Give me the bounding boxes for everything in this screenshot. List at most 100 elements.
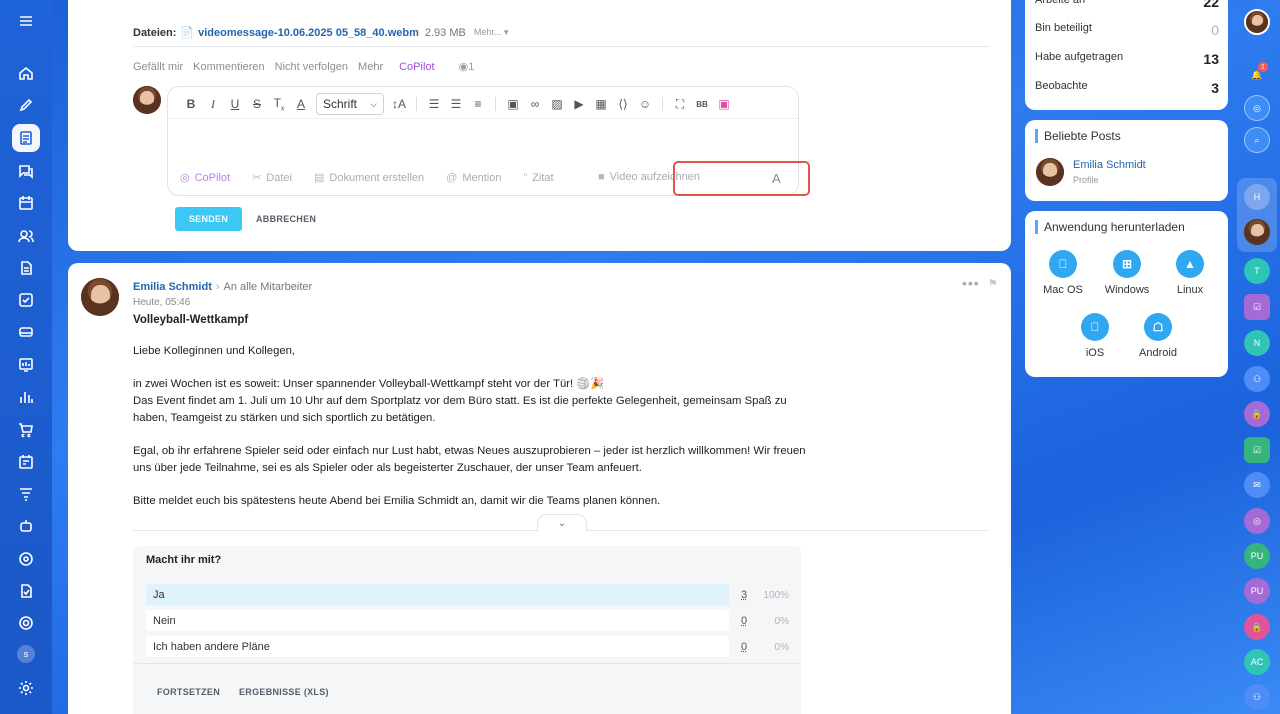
stat-row[interactable]: Bin beteiligt 0	[1035, 22, 1219, 38]
emoji-icon[interactable]: ☺	[634, 97, 656, 111]
numbered-list-icon[interactable]: ☰	[423, 97, 445, 111]
download-macos[interactable]: Mac OS	[1033, 250, 1093, 296]
ai-image-icon[interactable]: ▣	[713, 97, 735, 111]
planner-icon[interactable]	[12, 448, 40, 476]
bbcode-icon[interactable]: BB	[691, 100, 713, 109]
link-icon[interactable]: ∞	[524, 97, 546, 111]
chat-avatar[interactable]: T	[1244, 258, 1270, 284]
results-xls-button[interactable]: ERGEBNISSE (XLS)	[239, 687, 329, 697]
quote-block-icon[interactable]: ▣	[502, 97, 524, 111]
author-link[interactable]: Emilia Schmidt	[133, 281, 212, 293]
post-time[interactable]: Heute, 05:46	[133, 297, 190, 308]
poll-option[interactable]: Ich haben andere Pläne	[146, 636, 729, 657]
chat-avatar[interactable]: PU	[1244, 578, 1270, 604]
message-icon[interactable]: ✉	[1244, 472, 1270, 498]
more-icon[interactable]: •••	[962, 275, 980, 291]
analytics-icon[interactable]	[12, 351, 40, 379]
post-audience[interactable]: An alle Mitarbeiter	[224, 281, 313, 293]
reports-icon[interactable]	[12, 383, 40, 411]
file-link[interactable]: videomessage-10.06.2025 05_58_40.webm	[198, 27, 419, 39]
group-icon[interactable]: ⚇	[1244, 366, 1270, 392]
robot-icon[interactable]	[12, 512, 40, 540]
chat-avatar[interactable]: H	[1244, 184, 1270, 210]
notes-icon[interactable]	[12, 577, 40, 605]
copilot-button[interactable]: ◎ CoPilot	[180, 171, 230, 185]
strikethrough-icon[interactable]: S	[246, 97, 268, 111]
comment-editor[interactable]: B I U S Tx A Schrift ⌵ ↕A ☰ ☰ ≡ ▣ ∞ ▨ ▶ ▦…	[167, 86, 810, 196]
code-icon[interactable]: ⟨⟩	[612, 97, 634, 111]
like-button[interactable]: Gefällt mir	[133, 61, 183, 73]
file-more-button[interactable]: Mehr... ▾	[474, 27, 509, 38]
tasks-icon[interactable]	[12, 124, 40, 152]
user-avatar[interactable]	[1244, 9, 1270, 35]
lock-icon[interactable]: 🔒	[1244, 401, 1270, 427]
chat-avatar[interactable]	[1244, 219, 1270, 245]
checkbox-icon[interactable]: ☑	[1244, 437, 1270, 463]
menu-icon[interactable]	[12, 7, 40, 35]
chat-avatar[interactable]: N	[1244, 330, 1270, 356]
stat-row[interactable]: Habe aufgetragen 13	[1035, 51, 1219, 67]
video-icon[interactable]: ▶	[568, 97, 590, 111]
mention-button[interactable]: @ Mention	[446, 172, 501, 184]
lifebuoy-icon[interactable]	[12, 609, 40, 637]
cart-icon[interactable]	[12, 416, 40, 444]
bullet-list-icon[interactable]: ☰	[445, 97, 467, 111]
fullscreen-icon[interactable]: ⛶	[669, 97, 691, 112]
text-color-icon[interactable]: A	[290, 97, 312, 111]
create-document-button[interactable]: ▤ Dokument erstellen	[314, 171, 424, 185]
download-windows[interactable]: ⊞ Windows	[1097, 250, 1157, 296]
lock-icon[interactable]: 🔒	[1244, 614, 1270, 640]
bold-icon[interactable]: B	[180, 97, 202, 111]
attach-file-button[interactable]: ✂ Datei	[252, 171, 292, 185]
author-avatar[interactable]	[81, 278, 119, 316]
copilot-button[interactable]: CoPilot	[399, 61, 434, 73]
download-android[interactable]: ☖ Android	[1128, 313, 1188, 359]
group-icon[interactable]: ⚇	[1244, 684, 1270, 710]
poll-option[interactable]: Ja	[146, 584, 729, 605]
feed-icon[interactable]	[12, 91, 40, 119]
table-icon[interactable]: ▦	[590, 97, 612, 111]
home-icon[interactable]	[12, 59, 40, 87]
download-ios[interactable]: iOS	[1065, 313, 1125, 359]
underline-icon[interactable]: U	[224, 97, 246, 111]
align-icon[interactable]: ≡	[467, 97, 489, 111]
download-linux[interactable]: ▲ Linux	[1160, 250, 1220, 296]
stat-row[interactable]: Beobachte 3	[1035, 80, 1219, 96]
pin-icon[interactable]: ⚑	[988, 277, 998, 290]
cancel-button[interactable]: ABBRECHEN	[256, 214, 316, 224]
chat-avatar[interactable]: AC	[1244, 649, 1270, 675]
drive-icon[interactable]	[12, 318, 40, 346]
comment-button[interactable]: Kommentieren	[193, 61, 265, 73]
expand-button[interactable]: ⌄	[537, 514, 587, 532]
poll-option[interactable]: Nein	[146, 610, 729, 631]
poll-count[interactable]: 0	[741, 615, 747, 627]
poll-count[interactable]: 0	[741, 641, 747, 653]
send-button[interactable]: SENDEN	[175, 207, 242, 231]
continue-button[interactable]: FORTSETZEN	[157, 687, 220, 697]
target-icon[interactable]	[12, 545, 40, 573]
user-initial[interactable]: s	[17, 645, 35, 663]
quote-button[interactable]: ” Zitat	[523, 172, 553, 184]
clear-format-icon[interactable]: Tx	[268, 96, 290, 112]
stat-row[interactable]: Arbeite an 22	[1035, 0, 1219, 10]
unfollow-button[interactable]: Nicht verfolgen	[275, 61, 348, 73]
calendar-icon[interactable]	[12, 189, 40, 217]
font-size-icon[interactable]: ↕A	[388, 97, 410, 111]
popular-author-link[interactable]: Emilia Schmidt	[1073, 159, 1146, 171]
font-select[interactable]: Schrift ⌵	[316, 93, 384, 115]
filter-icon[interactable]	[12, 480, 40, 508]
search-chat-icon[interactable]: ⌕	[1244, 127, 1270, 153]
documents-icon[interactable]	[12, 254, 40, 282]
avatar[interactable]	[1036, 158, 1064, 186]
checklist-icon[interactable]	[12, 286, 40, 314]
checkbox-icon[interactable]: ☑	[1244, 294, 1270, 320]
italic-icon[interactable]: I	[202, 97, 224, 112]
contacts-icon[interactable]	[12, 222, 40, 250]
poll-count[interactable]: 3	[741, 589, 747, 601]
chat-avatar[interactable]: PU	[1244, 543, 1270, 569]
more-button[interactable]: Mehr	[358, 61, 383, 73]
format-toggle[interactable]: A	[772, 171, 781, 186]
copilot-icon[interactable]: ◎	[1244, 95, 1270, 121]
settings-icon[interactable]	[12, 674, 40, 702]
image-icon[interactable]: ▨	[546, 97, 568, 111]
